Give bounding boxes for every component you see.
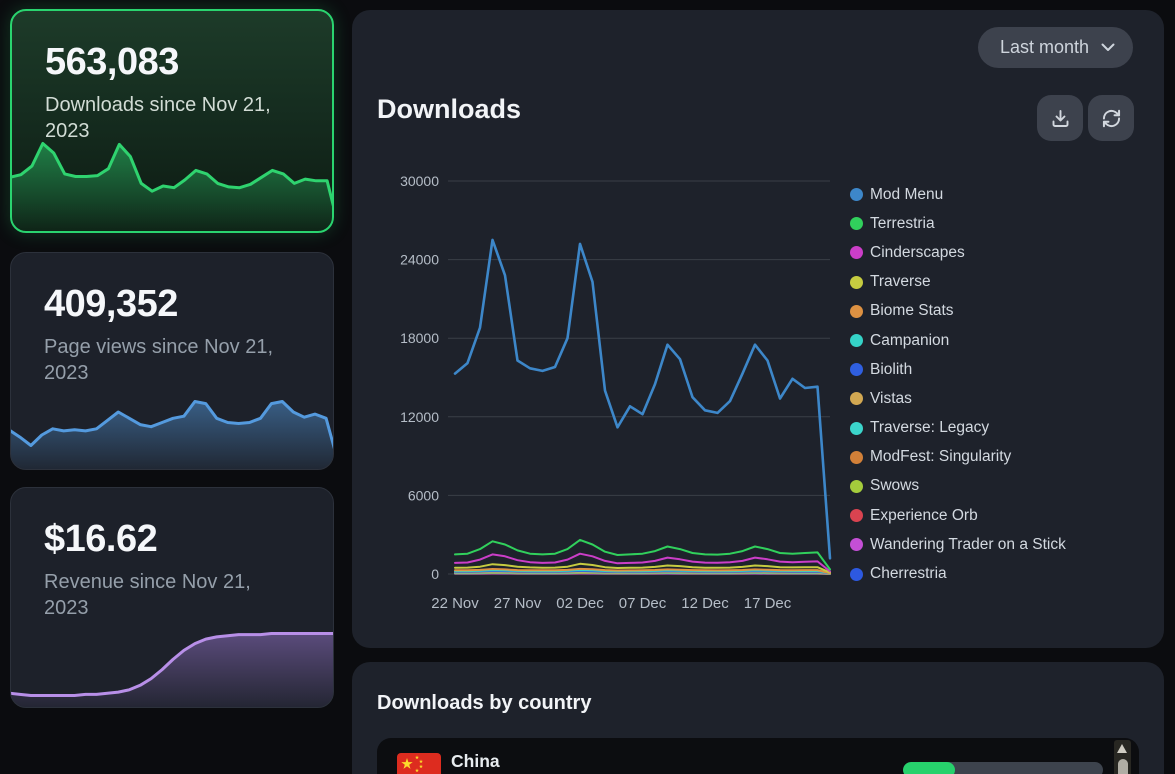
legend-item[interactable]: Traverse <box>850 268 1066 297</box>
legend-label: Cinderscapes <box>870 244 965 262</box>
stat-card-downloads[interactable]: 563,083 Downloads since Nov 21, 2023 <box>10 9 334 233</box>
legend-dot <box>850 188 863 201</box>
svg-text:0: 0 <box>431 566 439 582</box>
legend-label: Traverse: Legacy <box>870 419 989 437</box>
legend-label: Mod Menu <box>870 186 943 204</box>
legend-dot <box>850 363 863 376</box>
legend-item[interactable]: Cinderscapes <box>850 238 1066 267</box>
legend-dot <box>850 509 863 522</box>
legend-item[interactable]: Experience Orb <box>850 501 1066 530</box>
refresh-icon <box>1101 108 1122 129</box>
export-csv-button[interactable] <box>1037 95 1083 141</box>
legend-item[interactable]: Biolith <box>850 355 1066 384</box>
scrollbar-thumb[interactable] <box>1118 759 1128 774</box>
page-views-total-label: Page views since Nov 21, 2023 <box>11 326 333 386</box>
svg-text:24000: 24000 <box>400 252 439 268</box>
analytics-page: 563,083 Downloads since Nov 21, 2023 409… <box>0 0 1175 774</box>
stat-card-revenue[interactable]: $16.62 Revenue since Nov 21, 2023 <box>10 487 334 708</box>
downloads-panel-title: Downloads <box>377 94 521 125</box>
svg-text:12 Dec: 12 Dec <box>681 595 729 612</box>
chevron-down-icon <box>1101 43 1115 52</box>
country-progress-bar <box>903 762 1103 774</box>
legend-dot <box>850 480 863 493</box>
legend-dot <box>850 305 863 318</box>
legend-item[interactable]: Cherrestria <box>850 559 1066 588</box>
country-name: China <box>451 751 500 772</box>
page-views-sparkline <box>11 397 334 469</box>
legend-dot <box>850 246 863 259</box>
page-views-total: 409,352 <box>11 253 333 326</box>
legend-item[interactable]: Vistas <box>850 384 1066 413</box>
svg-text:12000: 12000 <box>400 409 439 425</box>
svg-text:07 Dec: 07 Dec <box>619 595 667 612</box>
legend-label: Terrestria <box>870 215 935 233</box>
legend-label: ModFest: Singularity <box>870 448 1011 466</box>
legend-label: Biolith <box>870 361 912 379</box>
scrollbar-up-arrow[interactable] <box>1117 744 1127 753</box>
chart-legend: Mod Menu Terrestria Cinderscapes Traverse Bi… <box>850 180 1066 589</box>
downloads-chart: 0 6000 12000 18000 24000 30000 22 Nov 27 Nov 02 … <box>390 160 850 625</box>
legend-item[interactable]: Campanion <box>850 326 1066 355</box>
legend-dot <box>850 334 863 347</box>
legend-item[interactable]: Mod Menu <box>850 180 1066 209</box>
svg-text:17 Dec: 17 Dec <box>744 595 792 612</box>
stat-card-page-views[interactable]: 409,352 Page views since Nov 21, 2023 <box>10 252 334 470</box>
svg-text:02 Dec: 02 Dec <box>556 595 604 612</box>
download-icon <box>1050 108 1071 129</box>
china-flag-icon <box>397 753 441 774</box>
svg-text:27 Nov: 27 Nov <box>494 595 542 612</box>
revenue-total-label: Revenue since Nov 21, 2023 <box>11 561 333 621</box>
country-panel: Downloads by country China <box>352 662 1164 774</box>
legend-label: Experience Orb <box>870 507 978 525</box>
legend-dot <box>850 568 863 581</box>
country-list: China <box>377 738 1139 774</box>
legend-label: Campanion <box>870 332 949 350</box>
downloads-panel: Last month Downloads 0 <box>352 10 1164 648</box>
revenue-total: $16.62 <box>11 488 333 561</box>
legend-label: Vistas <box>870 390 912 408</box>
legend-dot <box>850 217 863 230</box>
downloads-total: 563,083 <box>12 11 332 84</box>
legend-dot <box>850 392 863 405</box>
legend-item[interactable]: ModFest: Singularity <box>850 443 1066 472</box>
legend-item[interactable]: Wandering Trader on a Stick <box>850 530 1066 559</box>
legend-item[interactable]: Terrestria <box>850 209 1066 238</box>
downloads-total-label: Downloads since Nov 21, 2023 <box>12 84 332 144</box>
svg-text:22 Nov: 22 Nov <box>431 595 479 612</box>
country-list-scrollbar[interactable] <box>1114 740 1131 774</box>
legend-label: Cherrestria <box>870 565 947 583</box>
legend-label: Swows <box>870 477 919 495</box>
legend-label: Wandering Trader on a Stick <box>870 536 1066 554</box>
legend-dot <box>850 538 863 551</box>
revenue-sparkline <box>11 629 334 707</box>
svg-text:6000: 6000 <box>408 487 439 503</box>
legend-item[interactable]: Biome Stats <box>850 297 1066 326</box>
legend-label: Biome Stats <box>870 302 954 320</box>
legend-item[interactable]: Traverse: Legacy <box>850 414 1066 443</box>
legend-dot <box>850 451 863 464</box>
legend-dot <box>850 276 863 289</box>
date-range-label: Last month <box>1000 37 1089 58</box>
country-panel-title: Downloads by country <box>377 692 591 715</box>
legend-label: Traverse <box>870 273 931 291</box>
refresh-button[interactable] <box>1088 95 1134 141</box>
svg-text:30000: 30000 <box>400 173 439 189</box>
legend-item[interactable]: Swows <box>850 472 1066 501</box>
date-range-selector[interactable]: Last month <box>978 27 1133 68</box>
svg-text:18000: 18000 <box>400 330 439 346</box>
country-progress-fill <box>903 762 955 774</box>
country-row-china: China <box>377 738 1139 774</box>
downloads-sparkline <box>12 139 334 231</box>
legend-dot <box>850 422 863 435</box>
